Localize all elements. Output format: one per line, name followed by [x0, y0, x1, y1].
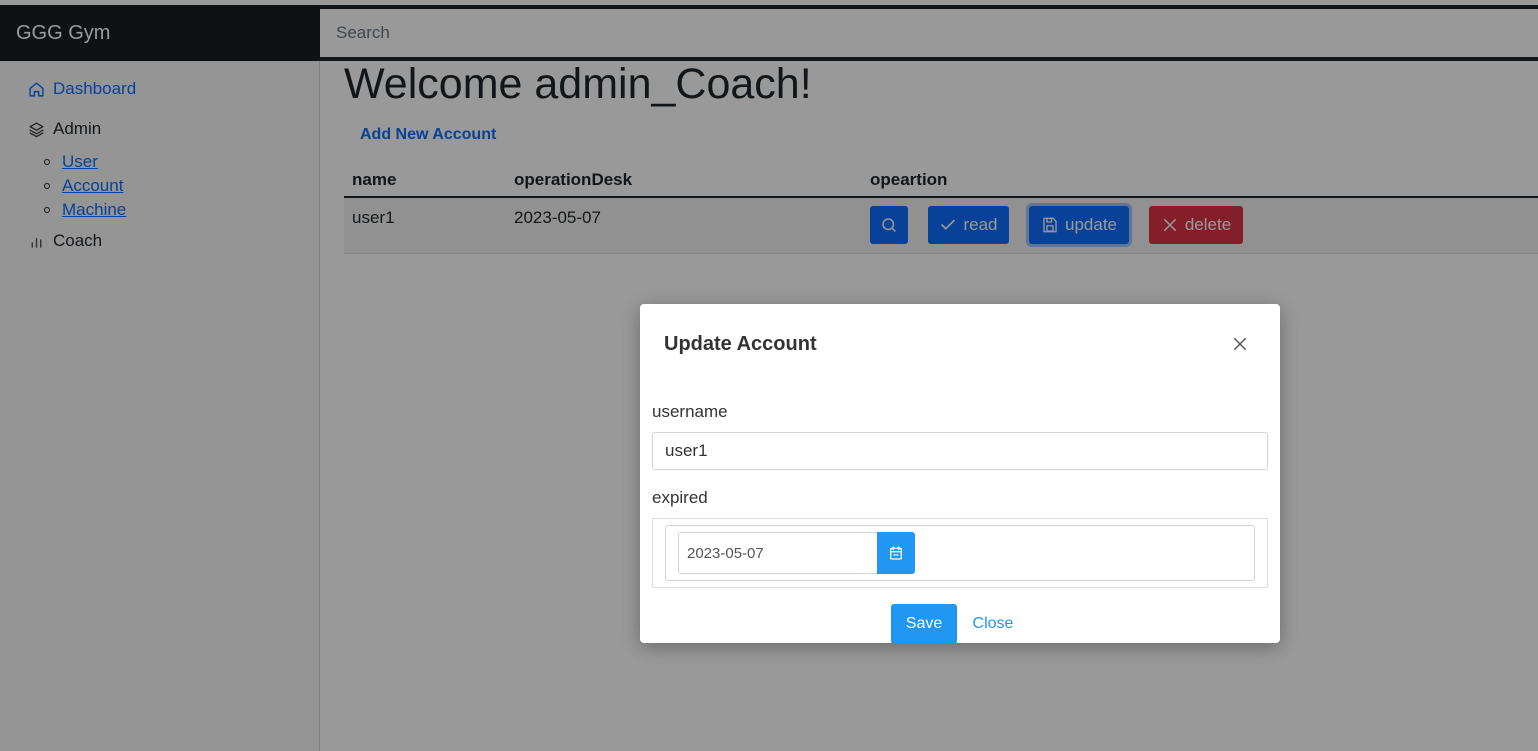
calendar-icon	[890, 546, 902, 560]
close-button[interactable]: Close	[966, 604, 1020, 643]
username-field[interactable]	[652, 432, 1268, 470]
search-input[interactable]	[320, 9, 1538, 57]
date-picker	[665, 525, 1255, 581]
update-account-modal: Update Account username expired Save Clo…	[640, 304, 1280, 643]
close-icon	[1233, 337, 1247, 351]
modal-close-button[interactable]	[1228, 332, 1252, 356]
expired-date-input[interactable]	[678, 532, 878, 574]
username-label: username	[652, 402, 728, 421]
modal-title: Update Account	[664, 333, 817, 355]
expired-label: expired	[652, 488, 708, 507]
save-button[interactable]: Save	[891, 604, 957, 643]
calendar-button[interactable]	[877, 532, 915, 574]
expired-field-wrapper	[652, 518, 1268, 588]
brand-logo[interactable]: GGG Gym	[0, 5, 320, 61]
